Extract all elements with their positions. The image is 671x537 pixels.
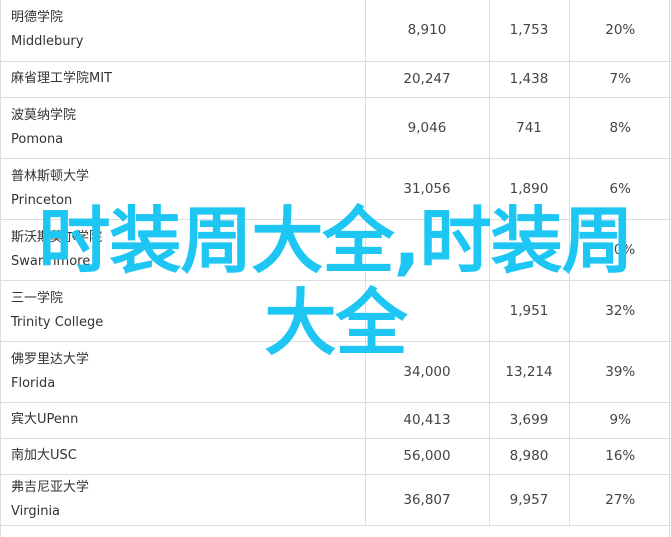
value-cell-a: 56,000 bbox=[364, 438, 489, 475]
school-name-english: Florida bbox=[11, 375, 56, 391]
table-row: 明德学院 Middlebury 8,910 1,753 20% bbox=[1, 0, 671, 62]
value-cell-b: 13,214 bbox=[488, 341, 569, 403]
value-cell-a: 31,056 bbox=[364, 158, 489, 220]
value-cell-b: 1,951 bbox=[488, 280, 569, 342]
value-cell-a: 40,413 bbox=[364, 402, 489, 439]
school-name-english: Virginia bbox=[11, 503, 61, 519]
school-name-cell: 弗吉尼亚大学 Virginia bbox=[1, 474, 365, 526]
school-name-english: Swarthmore bbox=[11, 253, 91, 269]
school-name-cell: 三一学院 Trinity College bbox=[1, 280, 365, 342]
school-name-chinese: 三一学院 bbox=[11, 290, 64, 306]
school-name-english: Middlebury bbox=[11, 34, 84, 50]
value-cell-c: 9% bbox=[568, 402, 671, 439]
school-name-chinese: 弗吉尼亚大学 bbox=[11, 479, 90, 495]
value-cell-b: 1,753 bbox=[488, 0, 569, 62]
school-name-english: Princeton bbox=[11, 192, 73, 208]
value-cell-a bbox=[364, 219, 489, 281]
school-name-cell: 佛罗里达大学 Florida bbox=[1, 341, 365, 403]
table-row: 南加大USC 56,000 8,980 16% bbox=[1, 438, 671, 475]
table-row: 斯沃斯莫尔学院 Swarthmore 10% bbox=[1, 219, 671, 281]
value-cell-c: 20% bbox=[568, 0, 671, 62]
school-name-chinese: 南加大USC bbox=[11, 448, 77, 463]
school-name-chinese: 佛罗里达大学 bbox=[11, 351, 90, 367]
school-name-chinese: 麻省理工学院MIT bbox=[11, 71, 112, 86]
table-row: 普林斯顿大学 Princeton 31,056 1,890 6% bbox=[1, 158, 671, 220]
school-name-cell: 普林斯顿大学 Princeton bbox=[1, 158, 365, 220]
school-name-cell: 麻省理工学院MIT bbox=[1, 61, 365, 98]
school-name-chinese: 普林斯顿大学 bbox=[11, 168, 90, 184]
value-cell-b: 8,980 bbox=[488, 438, 569, 475]
value-cell-c: 16% bbox=[568, 438, 671, 475]
table-row: 波莫纳学院 Pomona 9,046 741 8% bbox=[1, 97, 671, 159]
value-cell-b bbox=[488, 219, 569, 281]
school-name-english: Trinity College bbox=[11, 314, 104, 330]
school-name-english: Pomona bbox=[11, 131, 64, 147]
value-cell-a: 36,807 bbox=[364, 474, 489, 526]
value-cell-c: 7% bbox=[568, 61, 671, 98]
value-cell-b: 3,699 bbox=[488, 402, 569, 439]
value-cell-c: 27% bbox=[568, 474, 671, 526]
table-row: 三一学院 Trinity College 1,951 32% bbox=[1, 280, 671, 342]
value-cell-b: 1,890 bbox=[488, 158, 569, 220]
table-row: 佛罗里达大学 Florida 34,000 13,214 39% bbox=[1, 341, 671, 403]
value-cell-b: 9,957 bbox=[488, 474, 569, 526]
school-name-cell: 明德学院 Middlebury bbox=[1, 0, 365, 62]
school-name-chinese: 宾大UPenn bbox=[11, 412, 79, 427]
value-cell-c: 39% bbox=[568, 341, 671, 403]
school-name-cell: 南加大USC bbox=[1, 438, 365, 475]
value-cell-c: 8% bbox=[568, 97, 671, 159]
value-cell-c: 32% bbox=[568, 280, 671, 342]
school-name-chinese: 斯沃斯莫尔学院 bbox=[11, 229, 103, 245]
value-cell-c: 10% bbox=[568, 219, 671, 281]
value-cell-a: 34,000 bbox=[364, 341, 489, 403]
value-cell-a: 20,247 bbox=[364, 61, 489, 98]
table-row: 弗吉尼亚大学 Virginia 36,807 9,957 27% bbox=[1, 474, 671, 526]
school-name-cell: 波莫纳学院 Pomona bbox=[1, 97, 365, 159]
table-row: 麻省理工学院MIT 20,247 1,438 7% bbox=[1, 61, 671, 98]
value-cell-c: 6% bbox=[568, 158, 671, 220]
school-name-cell: 宾大UPenn bbox=[1, 402, 365, 439]
table-body: 明德学院 Middlebury 8,910 1,753 20% 麻省理工学院MIT 20,2… bbox=[1, 0, 671, 526]
data-table-container: 明德学院 Middlebury 8,910 1,753 20% 麻省理工学院MIT 20,2… bbox=[0, 0, 671, 537]
value-cell-a: 9,046 bbox=[364, 97, 489, 159]
data-table: 明德学院 Middlebury 8,910 1,753 20% 麻省理工学院MIT 20,2… bbox=[1, 0, 671, 526]
school-name-cell: 斯沃斯莫尔学院 Swarthmore bbox=[1, 219, 365, 281]
value-cell-a bbox=[364, 280, 489, 342]
school-name-chinese: 波莫纳学院 bbox=[11, 107, 77, 123]
value-cell-b: 741 bbox=[488, 97, 569, 159]
school-name-chinese: 明德学院 bbox=[11, 10, 64, 26]
table-row: 宾大UPenn 40,413 3,699 9% bbox=[1, 402, 671, 439]
value-cell-a: 8,910 bbox=[364, 0, 489, 62]
value-cell-b: 1,438 bbox=[488, 61, 569, 98]
